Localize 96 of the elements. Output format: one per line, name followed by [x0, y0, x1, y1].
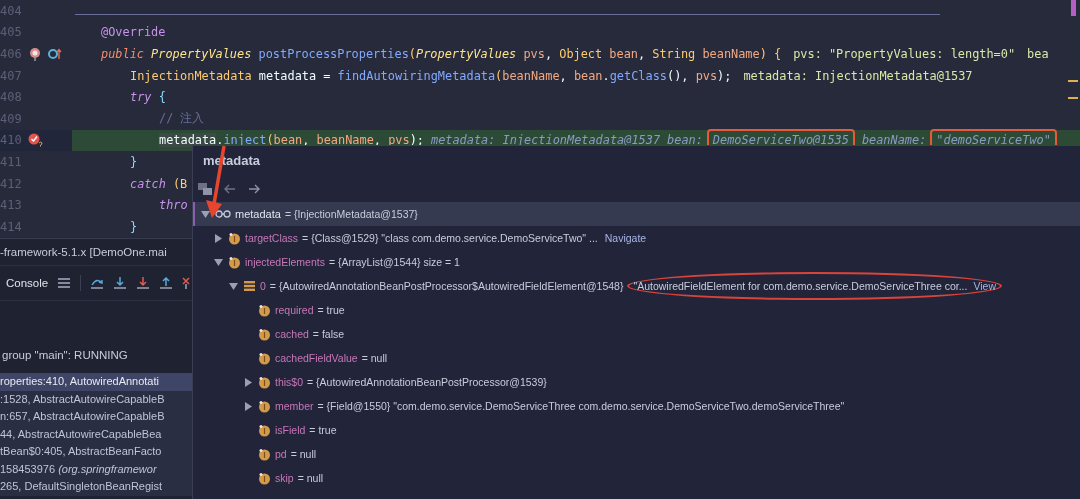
console-tab[interactable]: Console	[6, 275, 49, 291]
navigate-link[interactable]: Navigate	[604, 232, 647, 244]
target-icon[interactable]	[28, 47, 42, 61]
line-number: 410	[0, 133, 23, 148]
variable-value: = {AutowiredAnnotationBeanPostProcessor$AutowiredFieldElement@1548}	[269, 280, 624, 292]
variable-name: targetClass	[245, 232, 299, 244]
line-number: 407	[0, 68, 23, 83]
thread-status: group "main": RUNNING	[1, 348, 129, 363]
variable-value: = true	[317, 304, 345, 316]
inline-hint: metadata: InjectionMetadata@1537	[430, 133, 661, 148]
breakpoint-icon[interactable]	[28, 133, 44, 148]
variable-name: this$0	[275, 376, 304, 388]
value-description: "AutowiredFieldElement for com.demo.service.DemoServiceThree cor...	[633, 280, 968, 292]
expand-arrow-icon[interactable]	[244, 401, 253, 411]
glasses-icon	[215, 210, 231, 218]
field-icon	[258, 423, 271, 437]
scroll-marker	[1068, 80, 1078, 82]
field-icon	[258, 303, 271, 317]
line-number: 414	[0, 219, 23, 234]
scroll-marker	[1068, 97, 1078, 99]
variable-value: = {Class@1529} "class com.demo.service.DemoServiceTwo" ...	[302, 232, 598, 244]
stack-frame[interactable]: 44, AbstractAutowireCapableBea	[0, 425, 192, 443]
stack-frame[interactable]: n:657, AbstractAutowireCapableB	[0, 408, 192, 426]
field-icon	[228, 255, 241, 269]
line-number: 409	[0, 111, 23, 126]
variable-name: metadata	[235, 208, 281, 220]
collapse-arrow-icon[interactable]	[229, 281, 238, 291]
variable-name: pd	[275, 448, 287, 460]
variable-name: skip	[275, 472, 294, 484]
step-out-icon[interactable]	[159, 277, 174, 289]
variable-value: = true	[309, 424, 337, 436]
collapse-arrow-icon[interactable]	[201, 209, 210, 219]
variable-value: = {ArrayList@1544} size = 1	[328, 256, 460, 268]
code-text: // 注入	[159, 110, 205, 127]
selected-row[interactable]: metadata = {InjectionMetadata@1537}	[193, 202, 1080, 226]
line-number: 406	[0, 47, 23, 61]
code-text: public PropertyValues postProcessProperties(PropertyValues pvs, Object bean, String beanName) {	[101, 47, 782, 61]
line-number: 413	[0, 198, 23, 213]
field-icon	[228, 231, 241, 245]
variable-name: cachedFieldValue	[275, 352, 358, 364]
inline-hint: bea	[1027, 47, 1049, 61]
variable-name: cached	[275, 328, 309, 340]
code-text: try {	[130, 90, 166, 105]
step-into-icon[interactable]	[113, 277, 128, 289]
list-icon	[243, 280, 256, 292]
code-text: thro	[159, 198, 188, 213]
variable-value: = null	[290, 448, 317, 460]
variable-name: required	[275, 304, 314, 316]
stack-frame[interactable]: :1528, AbstractAutowireCapableB	[0, 390, 192, 408]
variable-value: = null	[361, 352, 388, 364]
variable-name: isField	[275, 424, 306, 436]
step-over-icon[interactable]	[90, 277, 105, 289]
line-number: 404	[0, 3, 23, 18]
stack-frame[interactable]: tBean$0:405, AbstractBeanFacto	[0, 443, 192, 461]
inline-hint: beanName:	[861, 133, 927, 148]
stack-frame[interactable]: 265, DefaultSingletonBeanRegist	[0, 478, 192, 496]
override-icon[interactable]	[48, 48, 62, 60]
variable-value: = {InjectionMetadata@1537}	[284, 208, 418, 220]
close-icon[interactable]	[182, 277, 191, 289]
variable-name: injectedElements	[245, 256, 325, 268]
view-link[interactable]: View	[973, 280, 997, 292]
line-number: 408	[0, 90, 23, 105]
code-text: }	[130, 219, 138, 234]
variable-name: member	[275, 400, 314, 412]
list-icon[interactable]	[57, 277, 72, 289]
forward-icon[interactable]	[248, 184, 260, 194]
variable-name: 0	[260, 280, 266, 292]
stack-frame[interactable]: roperties:410, AutowiredAnnotati	[0, 373, 192, 391]
expand-arrow-icon[interactable]	[214, 233, 223, 243]
field-icon	[258, 375, 271, 389]
line-number: 412	[0, 176, 23, 191]
step-into-icon[interactable]	[136, 277, 151, 289]
scroll-marker	[1071, 0, 1076, 16]
field-icon	[258, 351, 271, 365]
inline-hint: pvs: "PropertyValues: length=0"	[793, 47, 1016, 61]
field-icon	[258, 399, 271, 413]
expand-arrow-icon[interactable]	[244, 377, 253, 387]
code-text: }	[130, 154, 138, 169]
variable-value: = {Field@1550} "com.demo.service.DemoServiceThree com.demo.service.DemoServiceTwo.demoServiceThree"	[317, 400, 845, 412]
code-text: @Override	[101, 25, 166, 40]
field-icon	[258, 471, 271, 485]
code-text: InjectionMetadata metadata = findAutowiringMetadata(beanName, bean.getClass(), pvs);	[130, 68, 732, 83]
layout-icon[interactable]	[198, 183, 212, 195]
variable-value: = {AutowiredAnnotationBeanPostProcessor@1539}	[307, 376, 547, 388]
variable-value: = false	[312, 328, 345, 340]
code-text: catch (B	[130, 176, 188, 191]
collapse-arrow-icon[interactable]	[214, 257, 223, 267]
inline-hint: bean:	[667, 133, 703, 148]
field-icon	[258, 327, 271, 341]
field-icon	[258, 447, 271, 461]
inline-hint: metadata: InjectionMetadata@1537	[743, 68, 973, 83]
line-number: 405	[0, 25, 23, 40]
variable-value: = null	[297, 472, 324, 484]
line-number: 411	[0, 154, 23, 169]
back-icon[interactable]	[224, 184, 236, 194]
stack-frame[interactable]: 158453976 (org.springframewor	[0, 460, 192, 478]
